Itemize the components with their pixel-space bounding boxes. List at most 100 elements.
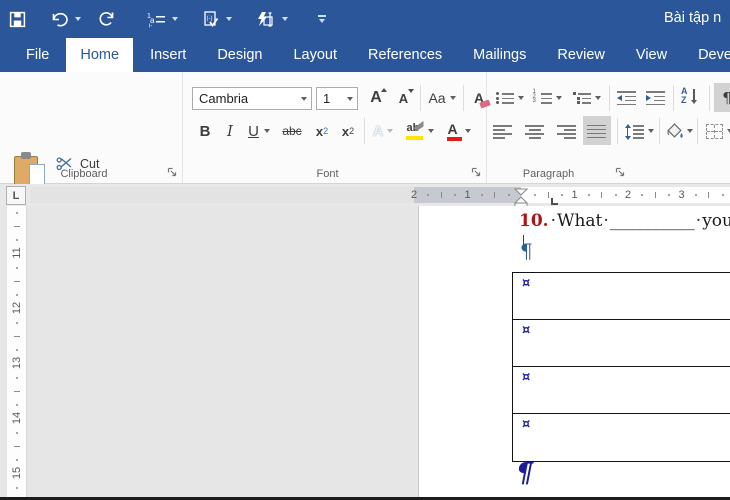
tab-selector[interactable]: L [6, 186, 26, 205]
bullets-button[interactable] [492, 85, 526, 111]
change-case-button[interactable]: Aa [424, 85, 460, 111]
table-row[interactable]: ¤ [513, 367, 730, 414]
vertical-ruler[interactable]: 1112131415 [7, 206, 27, 497]
tab-review[interactable]: Review [543, 38, 619, 72]
undo-dropdown-caret[interactable] [75, 17, 81, 21]
qat-autoformat-dropdown-caret[interactable] [282, 17, 288, 21]
shading-dropdown-caret[interactable] [687, 129, 693, 133]
shrink-font-button[interactable]: A [391, 85, 416, 111]
line-spacing-icon [625, 124, 645, 138]
align-right-button[interactable] [554, 118, 580, 144]
document-table[interactable]: ¤¤¤¤ [512, 272, 730, 462]
text-effects-button[interactable]: A [368, 118, 398, 144]
table-row[interactable]: ¤ [513, 320, 730, 367]
font-name-dropdown-caret[interactable] [301, 97, 307, 101]
tab-mailings[interactable]: Mailings [459, 38, 540, 72]
grow-font-button[interactable]: A [363, 85, 389, 111]
qat-customize-button[interactable] [309, 4, 335, 34]
shrink-font-arrow-icon [408, 89, 414, 93]
ruler-tick [14, 336, 20, 337]
tab-design[interactable]: Design [203, 38, 276, 72]
redo-button[interactable] [90, 4, 125, 34]
ribbon-tabs: FileHomeInsertDesignLayoutReferencesMail… [0, 38, 730, 72]
sort-icon: A Z [681, 89, 701, 107]
subscript-button[interactable]: x2 [310, 118, 334, 144]
highlight-color-button[interactable]: ab [402, 118, 436, 144]
tab-developer[interactable]: Developer [684, 38, 730, 72]
ruler-tick [16, 432, 18, 434]
italic-button[interactable]: I [220, 118, 240, 144]
ruler-number: 14 [9, 410, 25, 426]
document-page[interactable]: 10.·What·__________·you ¶ ¤¤¤¤ ¶ [418, 206, 730, 497]
font-dialog-launcher[interactable] [471, 167, 482, 178]
font-size-dropdown-caret[interactable] [347, 97, 353, 101]
underline-button[interactable]: U [244, 118, 274, 144]
horizontal-ruler[interactable]: 211234 [30, 187, 730, 203]
tab-references[interactable]: References [354, 38, 456, 72]
bold-button[interactable]: B [194, 118, 216, 144]
shading-button[interactable] [663, 118, 695, 144]
tab-stop-marker[interactable] [551, 198, 558, 205]
numbering-dropdown-caret[interactable] [556, 96, 562, 100]
svg-text:(-): (-) [207, 16, 213, 22]
borders-icon [706, 124, 723, 139]
paragraph-dialog-launcher[interactable] [615, 167, 626, 178]
numbering-button[interactable]: 1 2 3 [530, 85, 564, 111]
ruler-number: 2 [408, 187, 420, 203]
borders-button[interactable] [701, 118, 730, 144]
increase-indent-button[interactable] [643, 85, 669, 111]
tab-file[interactable]: File [12, 38, 63, 72]
numbering-icon: 1 2 3 [533, 91, 553, 105]
tab-home[interactable]: Home [66, 38, 133, 72]
line-spacing-button[interactable] [622, 118, 656, 144]
grow-font-arrow-icon [381, 88, 387, 92]
paragraph-group-label: Paragraph [487, 168, 610, 180]
show-hide-formatting-button[interactable]: ¶ [714, 83, 730, 112]
tab-insert[interactable]: Insert [136, 38, 200, 72]
bullets-dropdown-caret[interactable] [518, 96, 524, 100]
clipboard-dialog-launcher[interactable] [167, 167, 178, 178]
increase-indent-icon [646, 91, 666, 105]
align-center-button[interactable] [522, 118, 548, 144]
table-row[interactable]: ¤ [513, 414, 730, 461]
sort-button[interactable]: A Z [678, 85, 704, 111]
decrease-indent-button[interactable] [614, 85, 640, 111]
highlight-dropdown-caret[interactable] [428, 129, 434, 133]
change-case-dropdown-caret[interactable] [450, 96, 456, 100]
superscript-button[interactable]: x2 [336, 118, 360, 144]
question-line[interactable]: 10.·What·__________·you [519, 211, 730, 231]
line-spacing-dropdown-caret[interactable] [648, 129, 654, 133]
qat-document-check-dropdown-caret[interactable] [226, 17, 232, 21]
undo-button[interactable] [41, 4, 90, 34]
font-group: Cambria 1 A A Aa A [183, 72, 487, 183]
font-name-combo[interactable]: Cambria [192, 87, 312, 110]
qat-numbering-button[interactable]: 1 a i- [137, 4, 187, 34]
strikethrough-button[interactable]: abc [278, 118, 306, 144]
multilevel-dropdown-caret[interactable] [595, 96, 601, 100]
underline-dropdown-caret[interactable] [264, 129, 270, 133]
paragraph-group: 1 2 3 [487, 72, 730, 183]
qat-autoformat-button[interactable] [247, 4, 297, 34]
borders-dropdown-caret[interactable] [727, 129, 730, 133]
font-size-combo[interactable]: 1 [316, 87, 358, 110]
table-row[interactable]: ¤ [513, 273, 730, 320]
qat-document-check-button[interactable]: (-) [193, 4, 241, 34]
qat-numbering-dropdown-caret[interactable] [172, 17, 178, 21]
justify-button[interactable] [583, 116, 611, 145]
font-size-value: 1 [317, 91, 342, 106]
font-color-button[interactable]: A [440, 118, 474, 144]
multilevel-list-button[interactable] [568, 85, 604, 111]
ribbon: Paste Cut Copy [0, 72, 730, 184]
align-center-icon [525, 124, 545, 138]
tab-layout[interactable]: Layout [279, 38, 351, 72]
align-left-button[interactable] [490, 118, 516, 144]
font-color-dropdown-caret[interactable] [465, 129, 471, 133]
save-button[interactable] [0, 4, 35, 34]
ruler-tick [14, 226, 20, 227]
ruler-tick [548, 192, 549, 198]
text-effects-dropdown-caret[interactable] [387, 129, 393, 133]
ruler-number: 3 [676, 187, 688, 203]
cell-end-marker: ¤ [522, 276, 530, 291]
ruler-number: 1 [462, 187, 474, 203]
tab-view[interactable]: View [622, 38, 681, 72]
